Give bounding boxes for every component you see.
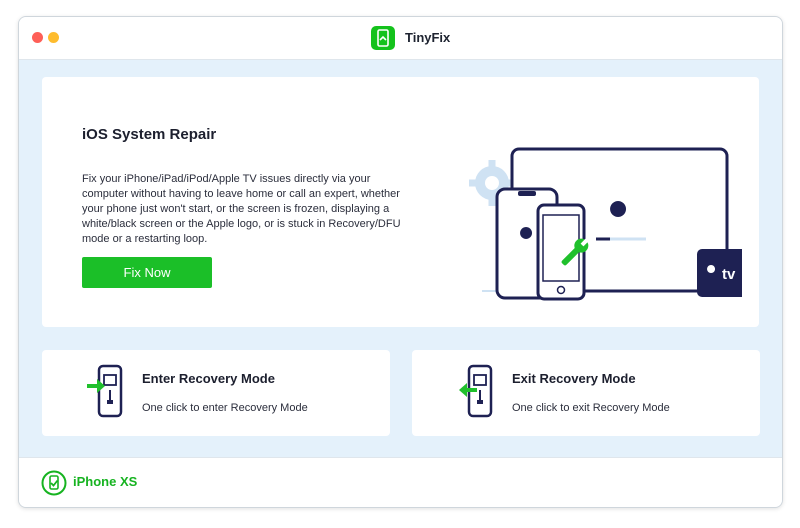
enter-recovery-subtitle: One click to enter Recovery Mode: [142, 402, 308, 414]
minimize-window-button[interactable]: [48, 32, 59, 43]
fix-now-button[interactable]: Fix Now: [82, 257, 212, 288]
main-description: Fix your iPhone/iPad/iPod/Apple TV issue…: [82, 173, 401, 245]
exit-recovery-subtitle: One click to exit Recovery Mode: [512, 402, 670, 414]
exit-recovery-mode-card[interactable]: Exit Recovery Mode One click to exit Rec…: [412, 350, 760, 436]
enter-recovery-mode-card[interactable]: Enter Recovery Mode One click to enter R…: [42, 350, 390, 436]
main-title: iOS System Repair: [82, 126, 217, 143]
apple-tv-illustration: tv: [697, 249, 747, 297]
close-window-button[interactable]: [32, 32, 43, 43]
device-connected-icon[interactable]: [41, 470, 67, 501]
app-logo-icon: [371, 26, 395, 50]
exit-recovery-title: Exit Recovery Mode: [512, 371, 636, 386]
enter-recovery-icon: [87, 364, 131, 425]
device-status-bar: iPhone XS: [19, 457, 782, 507]
apple-tv-label: tv: [722, 266, 736, 283]
exit-recovery-icon: [457, 364, 501, 425]
device-name[interactable]: iPhone XS: [73, 474, 137, 489]
title-bar: TinyFix: [19, 17, 782, 60]
app-window: TinyFix iOS System Repair Fix your iPhon…: [18, 16, 783, 508]
repair-illustration: tv: [442, 111, 752, 306]
app-title: TinyFix: [405, 30, 451, 45]
ios-system-repair-card: iOS System Repair Fix your iPhone/iPad/i…: [42, 77, 759, 327]
enter-recovery-title: Enter Recovery Mode: [142, 371, 275, 386]
